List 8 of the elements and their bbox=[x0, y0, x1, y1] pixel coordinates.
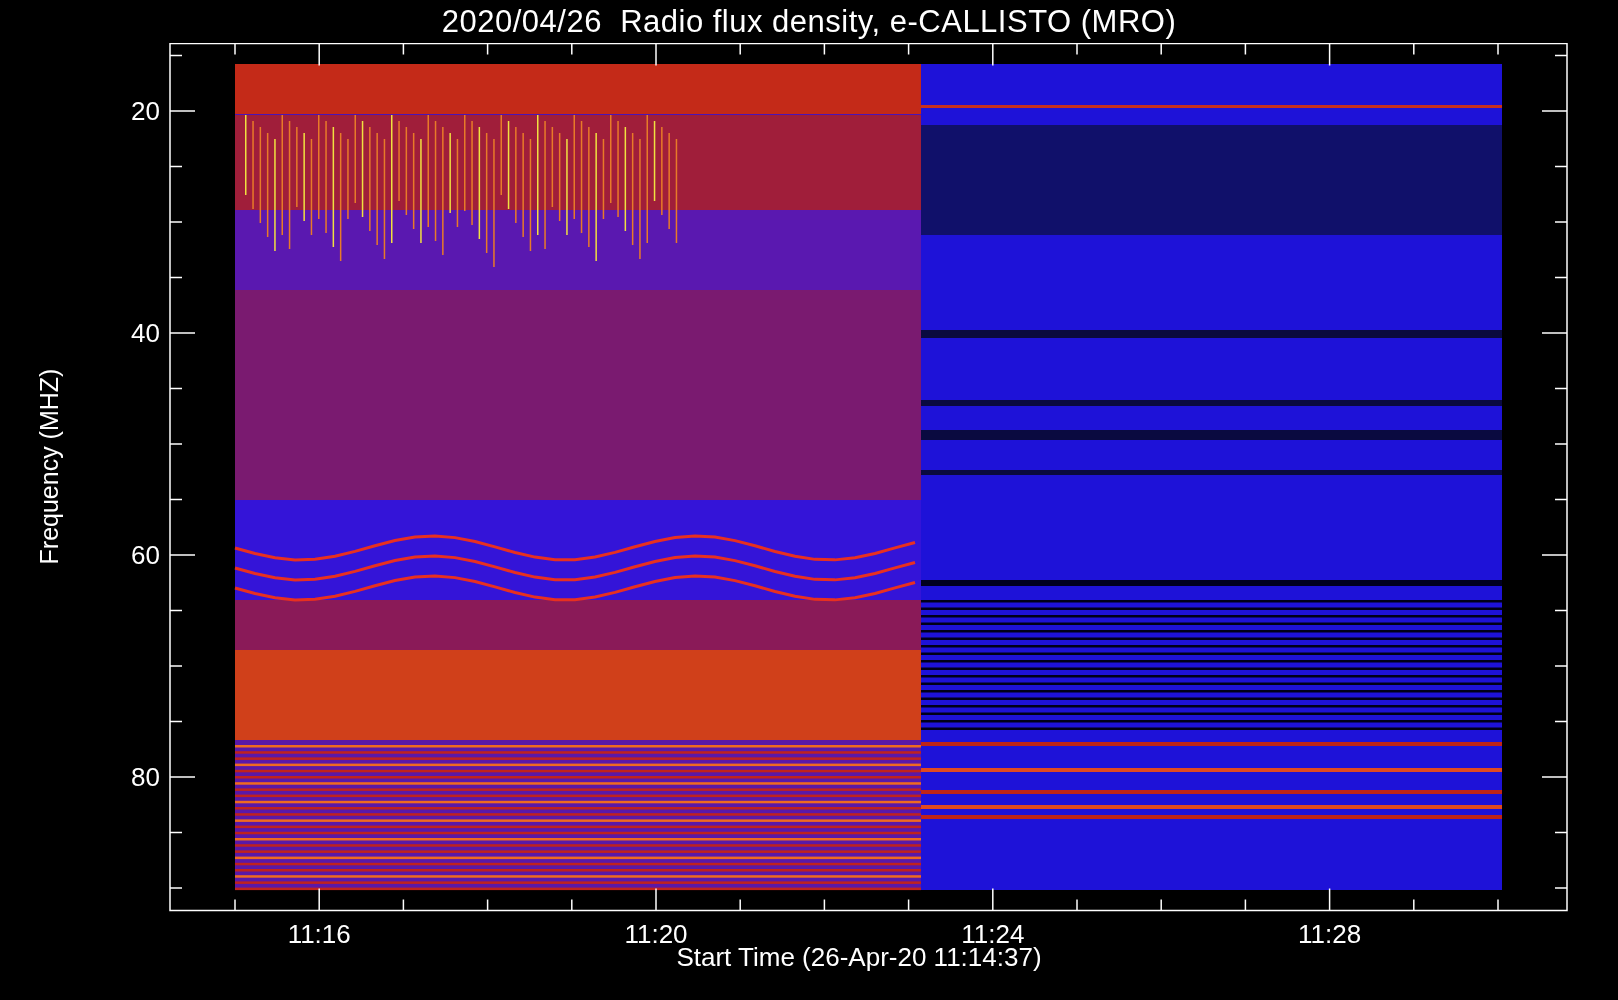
y-tick-label: 20 bbox=[131, 96, 160, 126]
chart-title: 2020/04/26 Radio flux density, e-CALLISTO (MRO) bbox=[440, 2, 1178, 41]
x-tick-label: 11:16 bbox=[287, 919, 351, 949]
y-axis-label: Frequency (MHZ) bbox=[35, 368, 65, 565]
x-tick-label: 11:28 bbox=[1298, 919, 1362, 949]
y-tick-label: 60 bbox=[131, 540, 160, 570]
y-tick-label: 40 bbox=[131, 318, 160, 348]
y-tick-label: 80 bbox=[131, 762, 160, 792]
